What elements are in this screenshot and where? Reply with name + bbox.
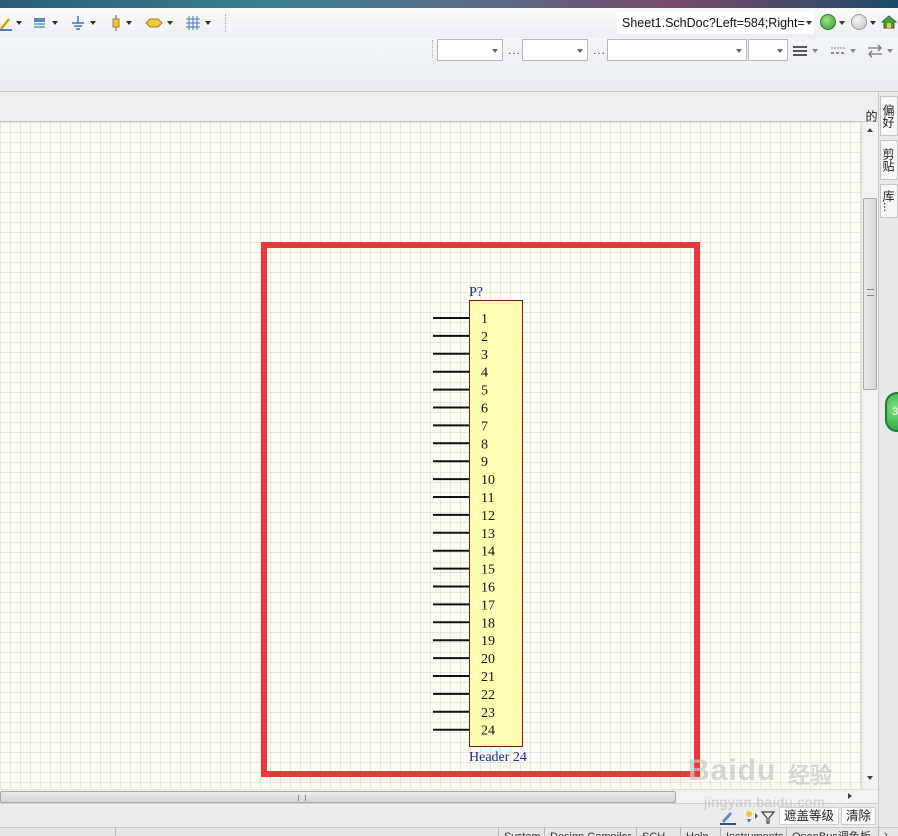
panel-tab-clipboard[interactable]: 剪贴板 (864, 140, 898, 180)
part-icon[interactable] (110, 14, 132, 32)
font-combo[interactable] (437, 39, 503, 61)
pin-number: 8 (481, 437, 488, 452)
pin-number: 18 (481, 616, 495, 631)
status-instruments[interactable]: Instruments (720, 828, 786, 836)
vertical-scrollbar[interactable] (861, 122, 878, 789)
style-combo[interactable] (607, 39, 747, 61)
pin-number: 24 (481, 724, 495, 739)
component-designator[interactable]: P? (469, 285, 483, 300)
dash-style-icon[interactable] (830, 42, 856, 60)
forward-dropdown-arrow[interactable] (870, 21, 876, 25)
pin-number: 10 (481, 473, 495, 488)
address-dropdown-arrow[interactable] (806, 21, 812, 25)
status-system[interactable]: System (498, 828, 544, 836)
status-openbus[interactable]: OpenBus调色板 (786, 828, 878, 836)
toolbar-separator (225, 14, 226, 32)
grip-icon (298, 795, 306, 801)
pin-number: 21 (481, 670, 495, 685)
schematic-canvas[interactable]: P? Header 24 1 2 3 4 5 6 7 8 9 10 11 12 13 14 15 16 17 18… (0, 122, 861, 789)
pin-number: 9 (481, 455, 488, 470)
horizontal-scroll-thumb[interactable] (0, 791, 676, 803)
pin-number: 2 (481, 330, 488, 345)
scroll-up-arrow-icon[interactable] (867, 128, 873, 132)
pin-number: 16 (481, 581, 495, 596)
pin-number: 14 (481, 545, 495, 560)
home-icon[interactable] (880, 14, 898, 30)
status-design-compiler[interactable]: Design Compiler (544, 828, 636, 836)
grid-icon[interactable] (185, 14, 211, 32)
floating-badge[interactable]: 3 (885, 392, 898, 432)
pin-number: 19 (481, 634, 495, 649)
right-dock-panel: 偏好的 剪贴板 库... (864, 92, 898, 836)
schematic-drawing: P? Header 24 123456789101112131415161718… (261, 242, 700, 777)
status-help[interactable]: Help (680, 828, 720, 836)
toolbar-separator (432, 40, 433, 58)
pin-number: 4 (481, 366, 488, 381)
status-sch[interactable]: SCH (636, 828, 680, 836)
pin-number: 22 (481, 688, 495, 703)
swap-arrows-icon[interactable] (867, 42, 893, 60)
component-body[interactable] (469, 300, 523, 747)
forward-arrow-icon[interactable] (851, 14, 867, 30)
document-tab-bar (0, 92, 878, 122)
width-combo[interactable] (748, 39, 788, 61)
back-arrow-icon[interactable] (820, 14, 836, 30)
panel-tab-favorites[interactable]: 偏好的 (864, 96, 898, 136)
status-bar: System Design Compiler SCH Help Instrume… (0, 827, 898, 836)
back-dropdown-arrow[interactable] (839, 21, 845, 25)
pin-number: 17 (481, 598, 495, 613)
component-comment[interactable]: Header 24 (469, 750, 527, 765)
status-more-icon[interactable]: › (878, 828, 898, 836)
pin-number: 1 (481, 312, 488, 327)
pin-number: 23 (481, 706, 495, 721)
pin-number: 5 (481, 384, 488, 399)
baidu-watermark: Baidu 经验 jingyan.baidu.com (688, 742, 853, 812)
grip-icon (867, 289, 874, 296)
toolbar-formatting: ... ... (0, 38, 898, 92)
pin-number: 13 (481, 527, 495, 542)
toolbar-top: Sheet1.SchDoc?Left=584;Right= (0, 8, 898, 38)
pin-number: 20 (481, 652, 495, 667)
vertical-scroll-thumb[interactable] (863, 198, 877, 390)
pin-number: 6 (481, 402, 488, 417)
desktop-banner-strip (0, 0, 898, 8)
more-dots-icon: ... (508, 43, 522, 57)
document-address-field[interactable]: Sheet1.SchDoc?Left=584;Right= (617, 12, 814, 34)
status-separator (115, 828, 116, 836)
power-port-icon[interactable] (70, 14, 96, 32)
scroll-down-arrow-icon[interactable] (867, 776, 873, 780)
watermark-logo: Baidu (688, 754, 777, 787)
line-style-icon[interactable] (792, 42, 818, 60)
pin-number: 11 (481, 491, 494, 506)
pin-number: 7 (481, 419, 488, 434)
wire-tool-icon[interactable] (0, 14, 22, 32)
more-dots-icon: ... (593, 43, 607, 57)
bus-tool-icon[interactable] (32, 14, 58, 32)
size-combo[interactable] (522, 39, 588, 61)
net-label-icon[interactable] (145, 14, 173, 32)
pin-number: 15 (481, 563, 495, 578)
pin-number: 12 (481, 509, 495, 524)
watermark-url: jingyan.baidu.com (704, 794, 826, 810)
watermark-cn: 经验 (788, 763, 833, 788)
panel-tab-libraries[interactable]: 库... (880, 184, 898, 218)
pin-number: 3 (481, 348, 488, 363)
